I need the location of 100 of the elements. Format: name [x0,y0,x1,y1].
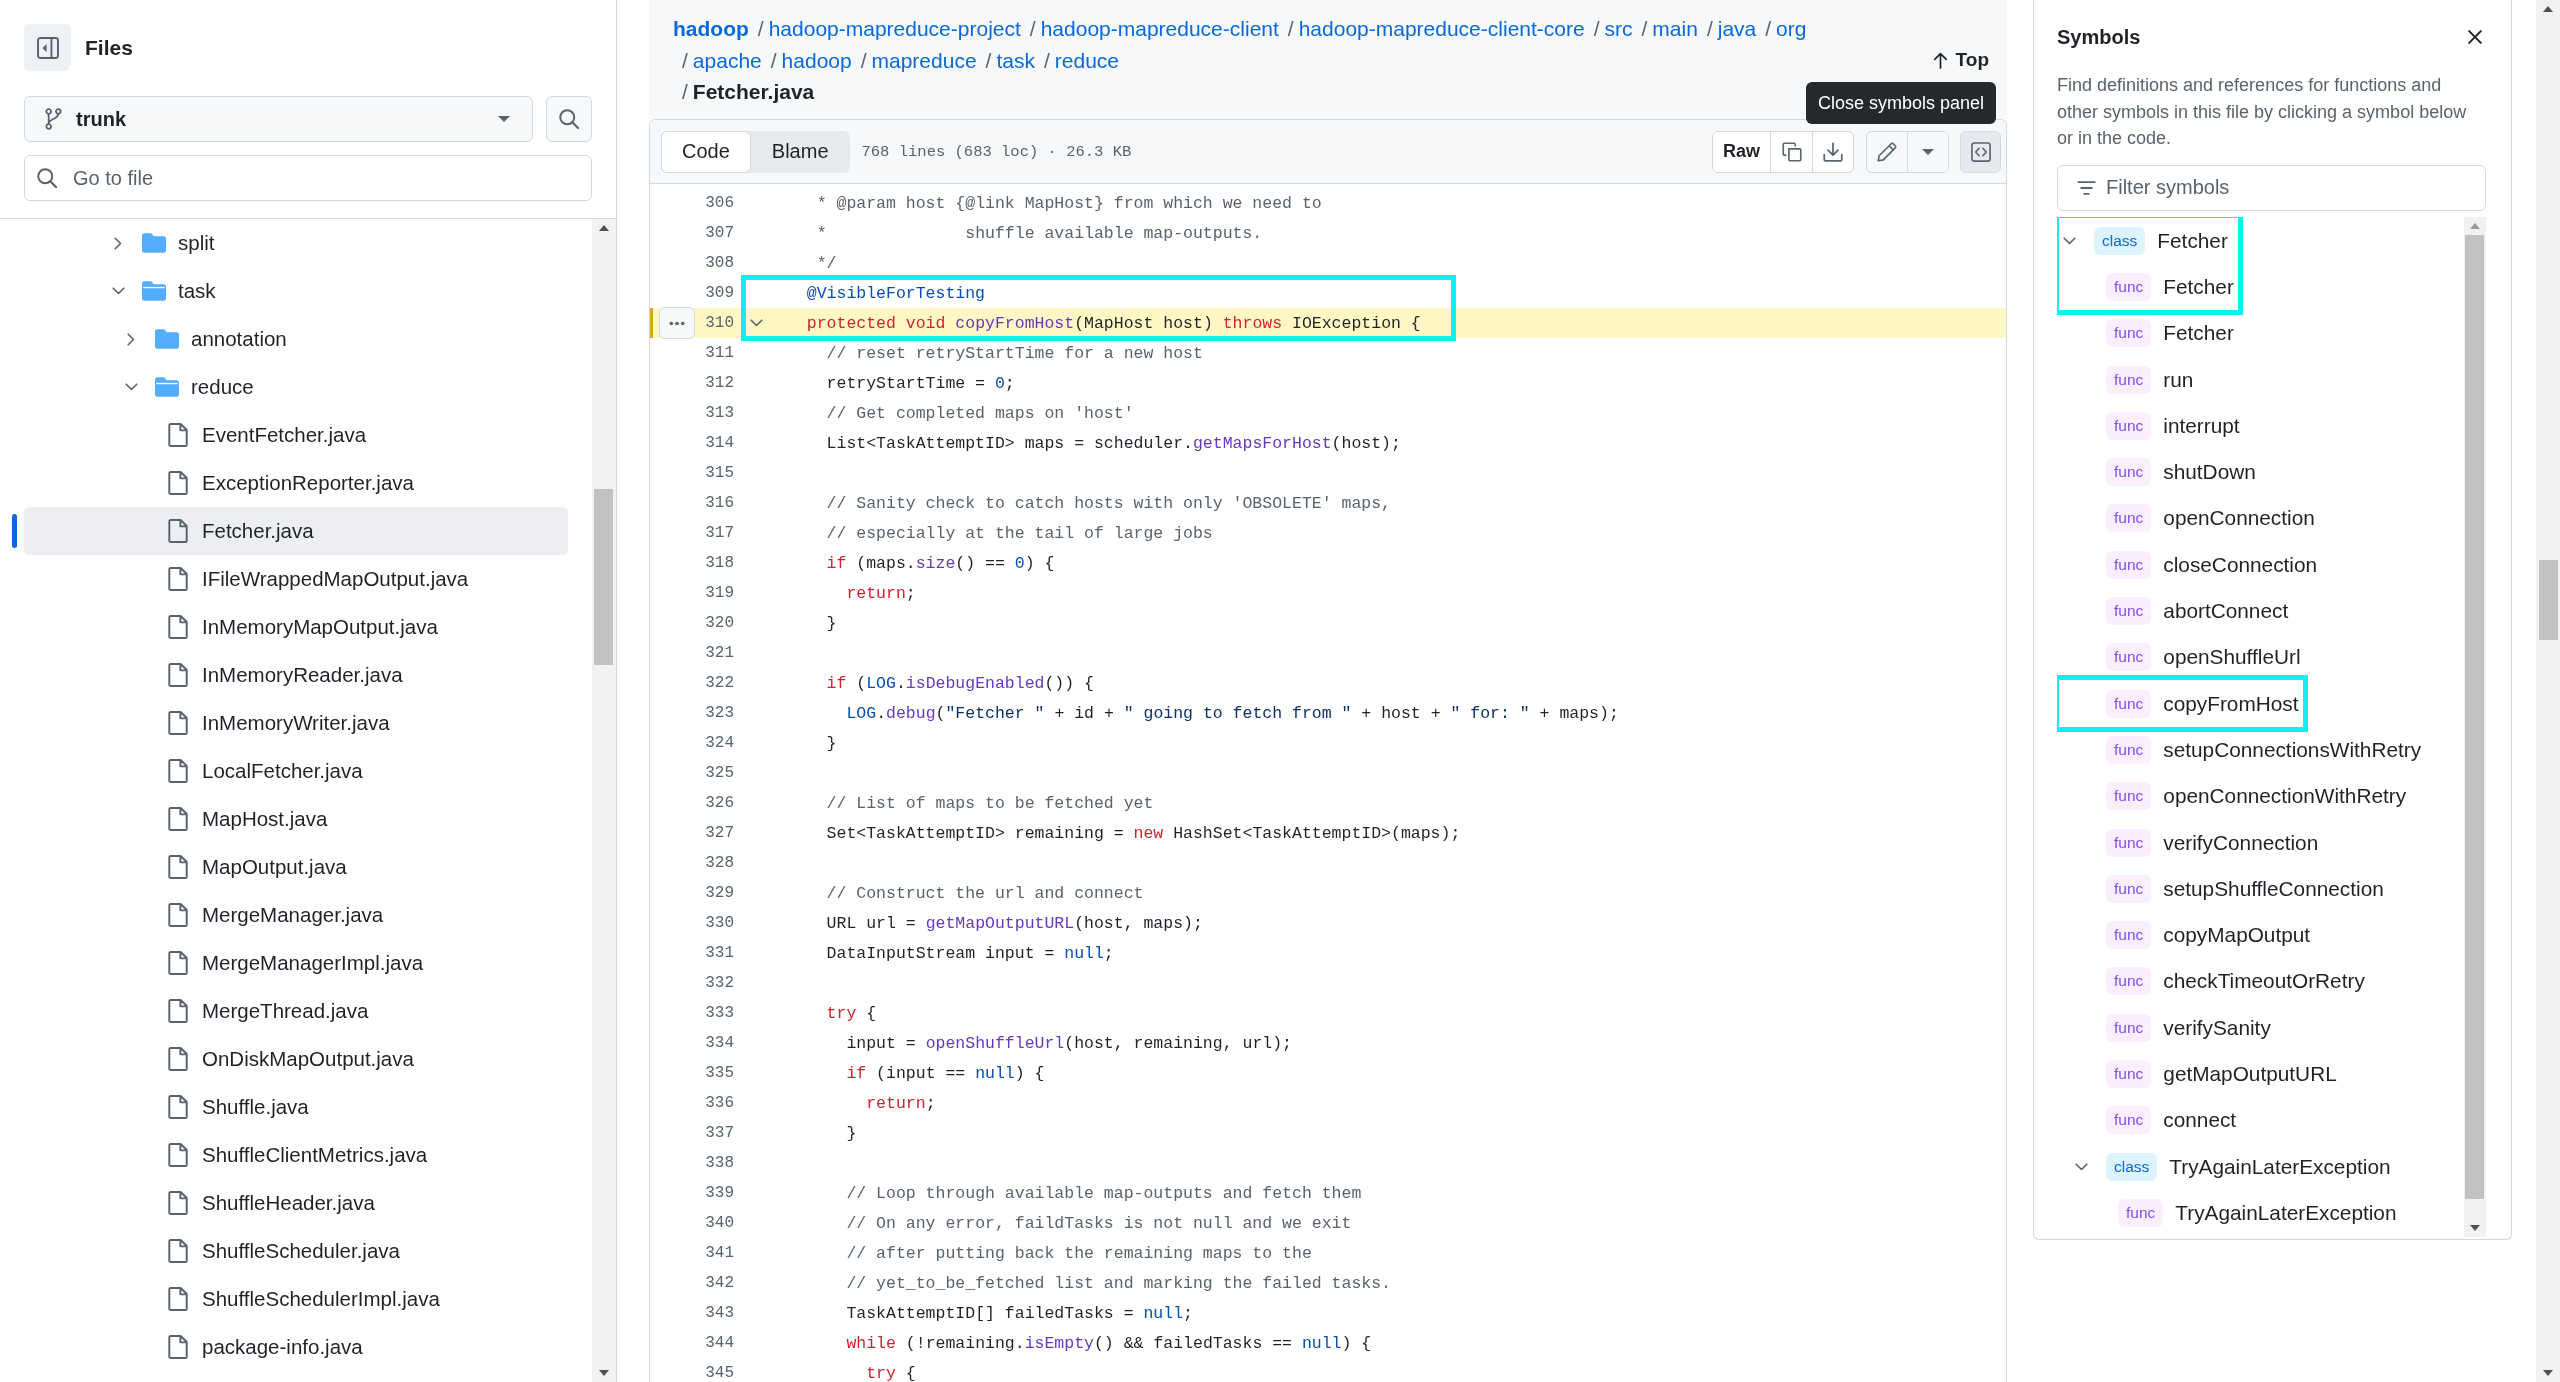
file-tree-item[interactable]: IFileWrappedMapOutput.java [24,555,568,603]
symbol-item[interactable]: func shutDown [2057,449,2464,496]
triangle-down-icon[interactable] [2470,1225,2480,1231]
chevron-down-icon[interactable] [2074,1162,2088,1171]
chevron-down-icon[interactable] [750,319,763,327]
file-icon [168,423,188,447]
file-tree-item[interactable]: LocalFetcher.java [24,747,568,795]
panel-title: Symbols [2057,25,2141,49]
breadcrumb-link[interactable]: apache [692,48,762,72]
symbol-item[interactable]: func verifyConnection [2057,819,2464,866]
symbol-kind-badge: func [2106,828,2152,857]
file-tree-item[interactable]: MapHost.java [24,795,568,843]
line-number: 316 [704,494,734,512]
file-tree-item[interactable]: OnDiskMapOutput.java [24,1035,568,1083]
symbol-item[interactable]: func connect [2057,1097,2464,1144]
line-options-button[interactable] [659,307,695,339]
chevron-down-icon[interactable] [111,287,125,295]
scrollbar-thumb[interactable] [2465,234,2484,1199]
triangle-down-icon[interactable] [599,1370,609,1376]
filter-symbols-field[interactable]: Filter symbols [2057,164,2486,211]
symbol-item[interactable]: func openConnection [2057,495,2464,542]
code-line: return; [865,1093,936,1113]
symbol-item[interactable]: func openShuffleUrl [2057,634,2464,681]
raw-button[interactable]: Raw [1713,131,1770,172]
symbol-item[interactable]: func Fetcher [2059,263,2234,311]
file-tree-item[interactable]: ShuffleClientMetrics.java [24,1131,568,1179]
breadcrumb-link[interactable]: task [996,48,1035,72]
symbol-item[interactable]: func run [2057,356,2464,403]
line-number: 320 [704,614,734,632]
symbol-item[interactable]: class Fetcher [2059,217,2234,264]
file-tree-item[interactable]: MergeManager.java [24,891,568,939]
symbol-item[interactable]: func Fetcher [2057,310,2464,357]
symbol-item[interactable]: func openConnectionWithRetry [2057,773,2464,820]
file-tree-item[interactable]: MapOutput.java [24,843,568,891]
breadcrumb-separator: / [1641,17,1648,40]
line-number: 322 [704,674,734,692]
symbol-item[interactable]: func closeConnection [2057,541,2464,588]
symbol-item[interactable]: func copyMapOutput [2057,911,2464,959]
line-number: 313 [704,404,734,422]
file-tree-item[interactable]: split [24,219,568,267]
file-tree-item[interactable]: annotation [24,315,568,363]
go-to-file-field[interactable]: Go to file [24,155,592,201]
triangle-up-icon[interactable] [2543,6,2553,12]
back-to-top-link[interactable]: Top [1932,45,1989,75]
file-tree-item[interactable]: EventFetcher.java [24,411,568,459]
file-tree-item[interactable]: InMemoryMapOutput.java [24,603,568,651]
view-tab[interactable]: Blame [750,130,850,173]
code-line: List<TaskAttemptID> maps = scheduler.getMapsForHost(host); [825,433,1401,453]
symbol-item[interactable]: func TryAgainLaterException [2057,1189,2464,1237]
close-button[interactable] [2466,28,2484,46]
breadcrumb-link[interactable]: mapreduce [871,48,977,72]
file-tree-item[interactable]: InMemoryWriter.java [24,699,568,747]
breadcrumb-link[interactable]: main [1652,17,1698,40]
chevron-right-icon[interactable] [114,236,122,250]
file-tree-item[interactable]: ShuffleSchedulerImpl.java [24,1275,568,1323]
repository-link[interactable]: hadoop [673,17,749,40]
file-tree-item[interactable]: MergeThread.java [24,987,568,1035]
file-tree-item[interactable]: InMemoryReader.java [24,651,568,699]
symbol-item[interactable]: func interrupt [2057,402,2464,449]
search-button[interactable] [546,96,592,142]
symbol-item[interactable]: func copyFromHost [2059,680,2299,727]
chevron-right-icon[interactable] [127,332,135,346]
symbol-item[interactable]: class TryAgainLaterException [2057,1143,2464,1190]
view-tab[interactable]: Code [661,130,751,173]
triangle-up-icon[interactable] [599,225,609,231]
chevron-down-icon[interactable] [124,383,138,391]
sidebar-toggle-button[interactable] [24,24,71,71]
chevron-down-icon[interactable] [2062,236,2076,245]
symbol-item[interactable]: func getMapOutputURL [2057,1050,2464,1098]
symbol-item[interactable]: func setupConnectionsWithRetry [2057,726,2464,774]
breadcrumb-link[interactable]: hadoop-mapreduce-client-core [1298,17,1585,40]
breadcrumb-link[interactable]: java [1717,17,1757,40]
symbol-item[interactable]: func verifySanity [2057,1004,2464,1051]
breadcrumb-link[interactable]: hadoop [781,48,852,72]
breadcrumb-link[interactable]: hadoop-mapreduce-client [1040,17,1279,40]
breadcrumb-link[interactable]: reduce [1054,48,1119,72]
scrollbar-thumb[interactable] [2539,560,2558,640]
breadcrumb-link[interactable]: hadoop-mapreduce-project [768,17,1021,40]
file-tree-item[interactable]: Shuffle.java [24,1083,568,1131]
triangle-down-icon[interactable] [2543,1370,2553,1376]
file-icon [168,1143,188,1167]
file-tree-item[interactable]: ExceptionReporter.java [24,459,568,507]
symbol-kind-badge: func [2106,921,2152,950]
code-line: // especially at the tail of large jobs [825,523,1213,543]
file-tree-item[interactable]: ShuffleHeader.java [24,1179,568,1227]
file-tree-item[interactable]: task [24,267,568,315]
file-tree-item[interactable]: MergeManagerImpl.java [24,939,568,987]
breadcrumb-link[interactable]: org [1776,17,1807,40]
line-number: 325 [704,764,734,782]
code-line: // reset retryStartTime for a new host [825,343,1203,363]
file-tree-item[interactable]: package-info.java [24,1323,568,1371]
symbol-item[interactable]: func abortConnect [2057,587,2464,635]
breadcrumb-link[interactable]: src [1604,17,1633,40]
file-tree-item[interactable]: ShuffleScheduler.java [24,1227,568,1275]
scrollbar-thumb[interactable] [594,489,613,665]
file-tree-item[interactable]: reduce [24,363,568,411]
symbol-item[interactable]: func setupShuffleConnection [2057,865,2464,912]
branch-selector[interactable]: trunk [24,96,533,142]
symbol-item[interactable]: func checkTimeoutOrRetry [2057,958,2464,1005]
symbols-panel-button[interactable] [1960,130,2001,173]
